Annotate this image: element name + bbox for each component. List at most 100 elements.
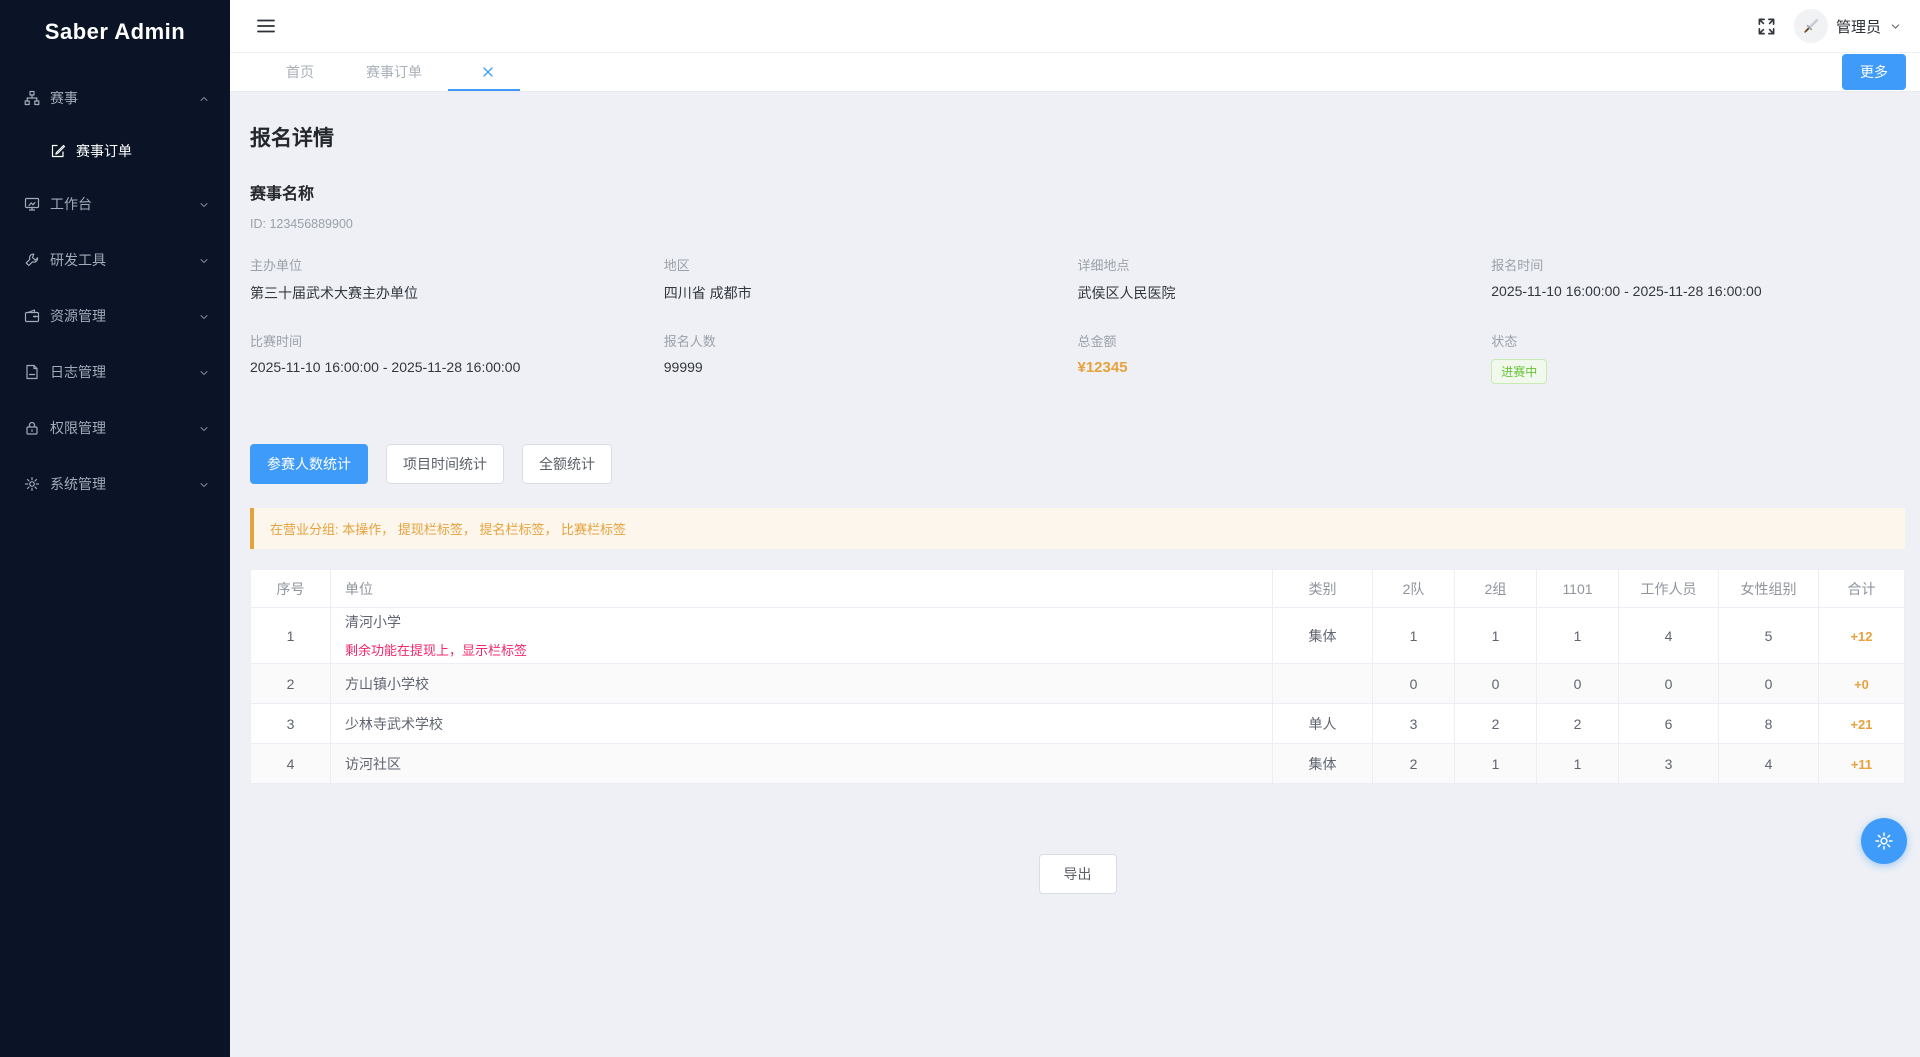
export-row: 导出 (250, 854, 1905, 894)
wrench-icon (24, 252, 40, 268)
col-unit: 单位 (331, 570, 1273, 608)
fullscreen-icon[interactable] (1757, 17, 1776, 36)
hamburger-menu-icon[interactable] (255, 15, 277, 37)
wallet-icon (24, 308, 40, 324)
sidebar-item-label: 赛事 (50, 88, 198, 108)
monitor-icon (24, 196, 40, 212)
unit-name: 少林寺武术学校 (345, 714, 1272, 734)
tab-label: 赛事订单 (366, 62, 422, 82)
stat-button-group: 参赛人数统计 项目时间统计 全额统计 (250, 444, 1905, 484)
brand-logo: Saber Admin (0, 0, 230, 64)
chevron-down-icon (198, 422, 210, 434)
field-total-amount: 总金额 ¥12345 (1078, 331, 1492, 384)
tabs-bar: 首页 赛事订单 更多 (230, 52, 1920, 92)
field-organizer: 主办单位 第三十届武术大赛主办单位 (250, 255, 664, 303)
sidebar-item-label: 资源管理 (50, 306, 198, 326)
avatar (1794, 9, 1828, 43)
tab-label: 首页 (286, 62, 314, 82)
sidebar-item-dev-tools[interactable]: 研发工具 (0, 232, 230, 288)
sidebar-menu: 赛事 赛事订单 工作台 (0, 64, 230, 512)
page-content: 报名详情 赛事名称 ID: 123456889900 主办单位 第三十届武术大赛… (230, 92, 1920, 1057)
col-index: 序号 (251, 570, 331, 608)
status-badge: 进赛中 (1491, 359, 1547, 384)
sidebar-item-label: 系统管理 (50, 474, 198, 494)
edit-doc-icon (50, 143, 66, 159)
settings-fab[interactable] (1861, 818, 1907, 864)
tab-event-orders[interactable]: 赛事订单 (340, 53, 448, 91)
chevron-down-icon (198, 366, 210, 378)
user-menu[interactable]: 管理员 (1794, 9, 1902, 43)
close-icon[interactable] (482, 65, 494, 77)
col-team2: 2队 (1373, 570, 1455, 608)
sidebar: Saber Admin 赛事 赛事订单 (0, 0, 230, 1057)
sidebar-item-label: 研发工具 (50, 250, 198, 270)
top-navbar: 管理员 (230, 0, 1920, 52)
chevron-down-icon (1889, 20, 1902, 33)
chevron-down-icon (198, 254, 210, 266)
chevron-down-icon (198, 198, 210, 210)
sidebar-item-events[interactable]: 赛事 (0, 70, 230, 126)
col-category: 类别 (1273, 570, 1373, 608)
row-total: +21 (1850, 717, 1872, 732)
table-row: 1 清河小学 剩余功能在提现上，显示栏标签 集体 1 1 1 4 5 +12 (251, 608, 1905, 664)
table-row: 3 少林寺武术学校 单人 3 2 2 6 8 +21 (251, 704, 1905, 744)
participants-stat-button[interactable]: 参赛人数统计 (250, 444, 368, 484)
unit-name: 访河社区 (345, 754, 1272, 774)
unit-name: 清河小学 (345, 612, 1272, 632)
navbar-right-group: 管理员 (1757, 9, 1902, 43)
username-label: 管理员 (1836, 16, 1881, 37)
unit-name: 方山镇小学校 (345, 674, 1272, 694)
chevron-up-icon (198, 92, 210, 104)
participants-table: 序号 单位 类别 2队 2组 1101 工作人员 女性组别 合计 1 (250, 569, 1905, 784)
row-total: +0 (1854, 677, 1869, 692)
sword-icon (1800, 15, 1822, 37)
sidebar-item-label: 工作台 (50, 194, 198, 214)
total-amount-value: ¥12345 (1078, 359, 1492, 376)
row-total: +11 (1851, 757, 1872, 772)
amount-stat-button[interactable]: 全额统计 (522, 444, 612, 484)
file-icon (24, 364, 40, 380)
warning-alert: 在营业分组: 本操作， 提现栏标签， 提名栏标签， 比赛栏标签 (250, 508, 1905, 549)
field-registration-time: 报名时间 2025-11-10 16:00:00 - 2025-11-28 16… (1491, 255, 1905, 303)
table-row: 4 访河社区 集体 2 1 1 3 4 +11 (251, 744, 1905, 784)
tab-home[interactable]: 首页 (260, 53, 340, 91)
sidebar-item-label: 权限管理 (50, 418, 198, 438)
chevron-down-icon (198, 310, 210, 322)
project-time-stat-button[interactable]: 项目时间统计 (386, 444, 504, 484)
export-button[interactable]: 导出 (1039, 854, 1117, 894)
sidebar-item-permissions[interactable]: 权限管理 (0, 400, 230, 456)
main-area: 管理员 首页 赛事订单 更多 (230, 0, 1920, 1057)
col-total: 合计 (1819, 570, 1905, 608)
chevron-down-icon (198, 478, 210, 490)
app-window: Saber Admin 赛事 赛事订单 (0, 0, 1920, 1057)
field-location: 详细地点 武侯区人民医院 (1078, 255, 1492, 303)
col-group2: 2组 (1455, 570, 1537, 608)
more-button[interactable]: 更多 (1842, 54, 1906, 90)
table-row: 2 方山镇小学校 0 0 0 0 0 +0 (251, 664, 1905, 704)
sidebar-item-system[interactable]: 系统管理 (0, 456, 230, 512)
tab-current-detail[interactable] (448, 53, 520, 91)
field-status: 状态 进赛中 (1491, 331, 1905, 384)
sidebar-item-event-orders[interactable]: 赛事订单 (0, 126, 230, 176)
sidebar-item-workbench[interactable]: 工作台 (0, 176, 230, 232)
sidebar-item-label: 日志管理 (50, 362, 198, 382)
sidebar-item-label: 赛事订单 (76, 141, 132, 161)
col-1101: 1101 (1537, 570, 1619, 608)
sidebar-item-logs[interactable]: 日志管理 (0, 344, 230, 400)
field-match-time: 比赛时间 2025-11-10 16:00:00 - 2025-11-28 16… (250, 331, 664, 384)
gear-icon (24, 476, 40, 492)
event-id: ID: 123456889900 (250, 217, 1905, 231)
sidebar-item-resources[interactable]: 资源管理 (0, 288, 230, 344)
row-total: +12 (1850, 629, 1872, 644)
field-registrant-count: 报名人数 99999 (664, 331, 1078, 384)
page-title: 报名详情 (250, 122, 1905, 152)
table-header-row: 序号 单位 类别 2队 2组 1101 工作人员 女性组别 合计 (251, 570, 1905, 608)
col-staff: 工作人员 (1619, 570, 1719, 608)
field-region: 地区 四川省 成都市 (664, 255, 1078, 303)
event-detail-grid: 主办单位 第三十届武术大赛主办单位 地区 四川省 成都市 详细地点 武侯区人民医… (250, 255, 1905, 384)
unit-note: 剩余功能在提现上，显示栏标签 (345, 640, 1272, 659)
gear-icon (1874, 831, 1894, 851)
event-name: 赛事名称 (250, 180, 1905, 204)
col-female: 女性组别 (1719, 570, 1819, 608)
sitemap-icon (24, 90, 40, 106)
